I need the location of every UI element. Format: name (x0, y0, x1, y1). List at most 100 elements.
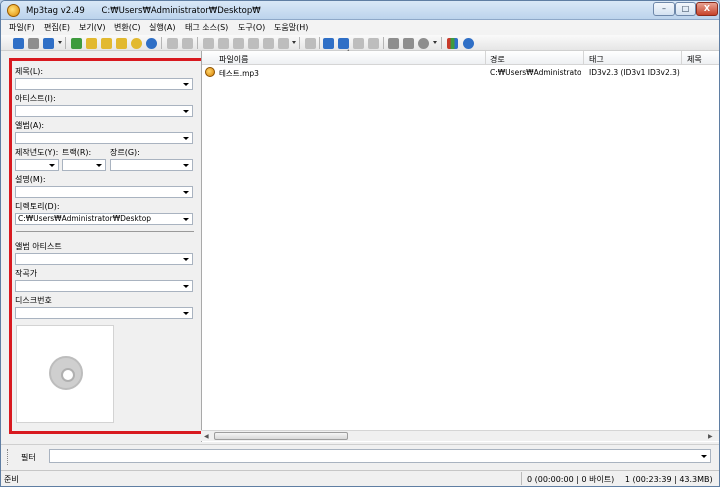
horizontal-scrollbar[interactable]: ◀ ▶ (201, 430, 719, 441)
filename-to-tag-icon[interactable] (182, 38, 193, 49)
status-bar: 준비 0 (00:00:00 | 0 바이트) 1 (00:23:39 | 43… (1, 470, 719, 486)
text-file-icon[interactable] (203, 38, 214, 49)
column-filename[interactable]: 파일이름 (219, 54, 248, 65)
document-icon[interactable] (353, 38, 364, 49)
open-folder-icon[interactable] (101, 38, 112, 49)
toolbar-separator (383, 37, 384, 49)
playlist-icon[interactable] (368, 38, 379, 49)
cd-placeholder-icon (49, 356, 83, 390)
cover-art-box[interactable] (16, 325, 114, 423)
add-directory-icon[interactable] (86, 38, 97, 49)
window-title-path: C:₩Users₩Administrator₩Desktop₩ (101, 6, 261, 16)
track-field[interactable] (62, 159, 106, 171)
change-directory-icon[interactable] (71, 38, 82, 49)
menu-edit[interactable]: 편집(E) (44, 22, 70, 33)
status-ready: 준비 (4, 475, 19, 484)
column-divider[interactable] (681, 51, 682, 65)
edit-icon[interactable] (305, 38, 316, 49)
close-button[interactable]: X (696, 2, 718, 16)
disc-icon[interactable] (403, 38, 414, 49)
menu-tag-sources[interactable]: 태그 소스(S) (185, 22, 228, 33)
filter-bar: 필터 (1, 444, 719, 468)
filter-grip-icon[interactable] (7, 449, 10, 465)
directory-field[interactable]: C:₩Users₩Administrator₩Desktop (15, 213, 193, 225)
toolbar-separator (441, 37, 442, 49)
menu-actions[interactable]: 실행(A) (149, 22, 175, 33)
genre-field[interactable] (110, 159, 193, 171)
text-size-icon[interactable] (263, 38, 274, 49)
playlist-folder-icon[interactable] (388, 38, 399, 49)
app-icon (7, 4, 20, 17)
column-title[interactable]: 제목 (687, 54, 702, 65)
undo-icon[interactable] (43, 38, 54, 49)
title-bar[interactable]: Mp3tag v2.49 C:₩Users₩Administrator₩Desk… (1, 1, 719, 20)
menu-tools[interactable]: 도구(O) (238, 22, 265, 33)
album-label: 앨범(A): (15, 121, 45, 130)
favorite-directory-icon[interactable] (116, 38, 127, 49)
album-artist-label: 앨범 아티스트 (15, 242, 62, 251)
column-divider[interactable] (485, 51, 486, 65)
pen-icon[interactable] (323, 38, 334, 49)
album-artist-field[interactable] (15, 253, 193, 265)
abc-icon[interactable] (278, 38, 289, 49)
filter-input[interactable] (49, 449, 711, 463)
year-label: 제작년도(Y): (15, 148, 59, 157)
status-divider (521, 472, 522, 485)
options-icon[interactable] (418, 38, 429, 49)
menu-file[interactable]: 파일(F) (9, 22, 35, 33)
year-field[interactable] (15, 159, 59, 171)
album-field[interactable] (15, 132, 193, 144)
save-icon[interactable] (13, 38, 24, 49)
maximize-button[interactable]: □ (675, 2, 696, 16)
disc-number-field[interactable] (15, 307, 193, 319)
column-path[interactable]: 경로 (490, 54, 505, 65)
filter-label: 필터 (21, 453, 36, 462)
status-total: 1 (00:23:39 | 43.3MB) (624, 475, 713, 484)
table-row[interactable]: 테스트.mp3 C:₩Users₩Administrato... ID3v2.3… (202, 65, 719, 79)
options-dropdown-icon[interactable] (433, 41, 437, 44)
panel-divider (16, 231, 194, 232)
scroll-right-icon[interactable]: ▶ (708, 433, 713, 440)
composer-field[interactable] (15, 280, 193, 292)
window-title-app: Mp3tag v2.49 (26, 6, 85, 16)
column-divider[interactable] (583, 51, 584, 65)
help-icon[interactable] (463, 38, 474, 49)
toolbar-separator (65, 37, 66, 49)
undo-dropdown-icon[interactable] (58, 41, 62, 44)
case-dropdown-icon[interactable] (292, 41, 296, 44)
composer-label: 작곡가 (15, 269, 38, 278)
scroll-left-icon[interactable]: ◀ (204, 433, 209, 440)
file-list-header: 파일이름 경로 태그 제목 (202, 51, 719, 65)
title-field[interactable] (15, 78, 193, 90)
title-label: 제목(L): (15, 67, 44, 76)
mp3-file-icon (205, 67, 215, 77)
status-selection: 0 (00:00:00 | 0 바이트) (527, 475, 615, 484)
menu-convert[interactable]: 변환(C) (114, 22, 141, 33)
artist-label: 아티스트(I): (15, 94, 56, 103)
menu-bar: 파일(F) 편집(E) 보기(V) 변환(C) 실행(A) 태그 소스(S) 도… (1, 20, 719, 35)
file-list: 파일이름 경로 태그 제목 테스트.mp3 C:₩Users₩Administr… (201, 51, 719, 442)
wand-icon[interactable] (248, 38, 259, 49)
tag-to-filename-icon[interactable] (167, 38, 178, 49)
toolbar (1, 35, 719, 51)
row-path: C:₩Users₩Administrato... (490, 68, 581, 77)
columns-icon[interactable] (447, 38, 458, 49)
row-filename: 테스트.mp3 (219, 69, 259, 78)
remove-tag-icon[interactable] (28, 38, 39, 49)
convert-tag-icon[interactable] (218, 38, 229, 49)
toolbar-separator (319, 37, 320, 49)
artist-field[interactable] (15, 105, 193, 117)
case-icon[interactable] (233, 38, 244, 49)
comment-field[interactable] (15, 186, 193, 198)
directory-label: 디렉토리(D): (15, 202, 60, 211)
minimize-button[interactable]: – (653, 2, 675, 16)
menu-help[interactable]: 도움말(H) (274, 22, 308, 33)
toolbar-separator (197, 37, 198, 49)
star-icon[interactable] (131, 38, 142, 49)
scroll-thumb[interactable] (214, 432, 348, 440)
row-tag: ID3v2.3 (ID3v1 ID3v2.3) (589, 68, 680, 77)
menu-view[interactable]: 보기(V) (79, 22, 105, 33)
refresh-icon[interactable] (146, 38, 157, 49)
column-tag[interactable]: 태그 (589, 54, 604, 65)
genre-label: 장르(G): (110, 148, 140, 157)
